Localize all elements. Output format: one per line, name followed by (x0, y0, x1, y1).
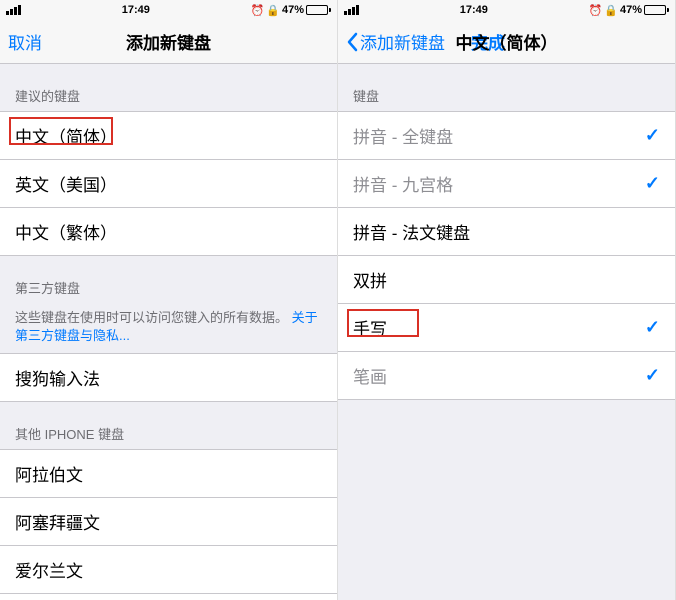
checkmark-icon: ✓ (645, 173, 660, 194)
back-button[interactable]: 添加新键盘 (346, 29, 445, 54)
battery-icon (644, 5, 669, 15)
back-label: 添加新键盘 (360, 29, 445, 54)
phone-left: 17:49 ⏰ 🔒 47% 取消 添加新键盘 建议的键盘 中文（简体） 英文（美… (0, 0, 338, 600)
item-label: 拼音 - 全键盘 (353, 123, 453, 148)
footer-text: 这些键盘在使用时可以访问您键入的所有数据。 (15, 310, 288, 325)
item-label: 双拼 (353, 267, 387, 292)
list-item[interactable]: 笔画 ✓ (338, 352, 675, 399)
item-label: 阿拉伯文 (15, 461, 83, 486)
item-label: 爱尔兰文 (15, 557, 83, 582)
item-label: 拼音 - 九宫格 (353, 171, 453, 196)
phone-right: 17:49 ⏰ 🔒 47% 添加新键盘 中文（简体） 完成 键盘 拼音 - 全键… (338, 0, 676, 600)
status-bar: 17:49 ⏰ 🔒 47% (0, 0, 337, 20)
status-time: 17:49 (21, 4, 251, 16)
list-thirdparty: 搜狗输入法 (0, 353, 337, 402)
status-time: 17:49 (359, 4, 589, 16)
item-label: 阿塞拜疆文 (15, 509, 100, 534)
item-label: 拼音 - 法文键盘 (353, 219, 470, 244)
item-label: 手写 (353, 315, 387, 340)
list-item[interactable]: 爱沙尼亚文 (0, 594, 337, 600)
item-label: 中文（简体） (15, 123, 117, 148)
alarm-icon: ⏰ (251, 4, 265, 17)
nav-bar: 添加新键盘 中文（简体） 完成 (338, 20, 675, 64)
item-label: 搜狗输入法 (15, 365, 100, 390)
signal-icon (344, 5, 359, 15)
list-item[interactable]: 双拼 (338, 256, 675, 304)
list-options: 拼音 - 全键盘 ✓ 拼音 - 九宫格 ✓ 拼音 - 法文键盘 双拼 手写 ✓ … (338, 111, 675, 400)
list-item[interactable]: 中文（简体） (0, 112, 337, 160)
checkmark-icon: ✓ (645, 365, 660, 386)
battery-pct: 47% (282, 4, 304, 16)
list-item[interactable]: 搜狗输入法 (0, 354, 337, 401)
nav-title: 添加新键盘 (126, 29, 211, 54)
battery-icon (306, 5, 331, 15)
list-other: 阿拉伯文 阿塞拜疆文 爱尔兰文 爱沙尼亚文 奥里亚文 白俄罗斯文 (0, 449, 337, 600)
list-suggested: 中文（简体） 英文（美国） 中文（繁体） (0, 111, 337, 256)
status-bar: 17:49 ⏰ 🔒 47% (338, 0, 675, 20)
section-header-suggested: 建议的键盘 (0, 64, 337, 111)
section-footer-thirdparty: 这些键盘在使用时可以访问您键入的所有数据。 关于第三方键盘与隐私... (0, 303, 337, 353)
cancel-button[interactable]: 取消 (8, 29, 42, 54)
checkmark-icon: ✓ (645, 317, 660, 338)
nav-title: 中文（简体） (456, 29, 558, 54)
nav-bar: 取消 添加新键盘 (0, 20, 337, 64)
list-item[interactable]: 英文（美国） (0, 160, 337, 208)
item-label: 英文（美国） (15, 171, 117, 196)
list-item[interactable]: 阿拉伯文 (0, 450, 337, 498)
signal-icon (6, 5, 21, 15)
list-item[interactable]: 手写 ✓ (338, 304, 675, 352)
section-header-keyboard: 键盘 (338, 64, 675, 111)
rotation-lock-icon: 🔒 (266, 4, 280, 17)
section-header-other: 其他 IPHONE 键盘 (0, 402, 337, 449)
section-header-thirdparty: 第三方键盘 (0, 256, 337, 303)
list-item[interactable]: 阿塞拜疆文 (0, 498, 337, 546)
list-item[interactable]: 拼音 - 全键盘 ✓ (338, 112, 675, 160)
rotation-lock-icon: 🔒 (604, 4, 618, 17)
item-label: 中文（繁体） (15, 219, 117, 244)
list-item[interactable]: 爱尔兰文 (0, 546, 337, 594)
checkmark-icon: ✓ (645, 125, 660, 146)
list-item[interactable]: 拼音 - 九宫格 ✓ (338, 160, 675, 208)
list-item[interactable]: 拼音 - 法文键盘 (338, 208, 675, 256)
chevron-left-icon (346, 32, 358, 52)
item-label: 笔画 (353, 363, 387, 388)
battery-pct: 47% (620, 4, 642, 16)
list-item[interactable]: 中文（繁体） (0, 208, 337, 255)
alarm-icon: ⏰ (589, 4, 603, 17)
